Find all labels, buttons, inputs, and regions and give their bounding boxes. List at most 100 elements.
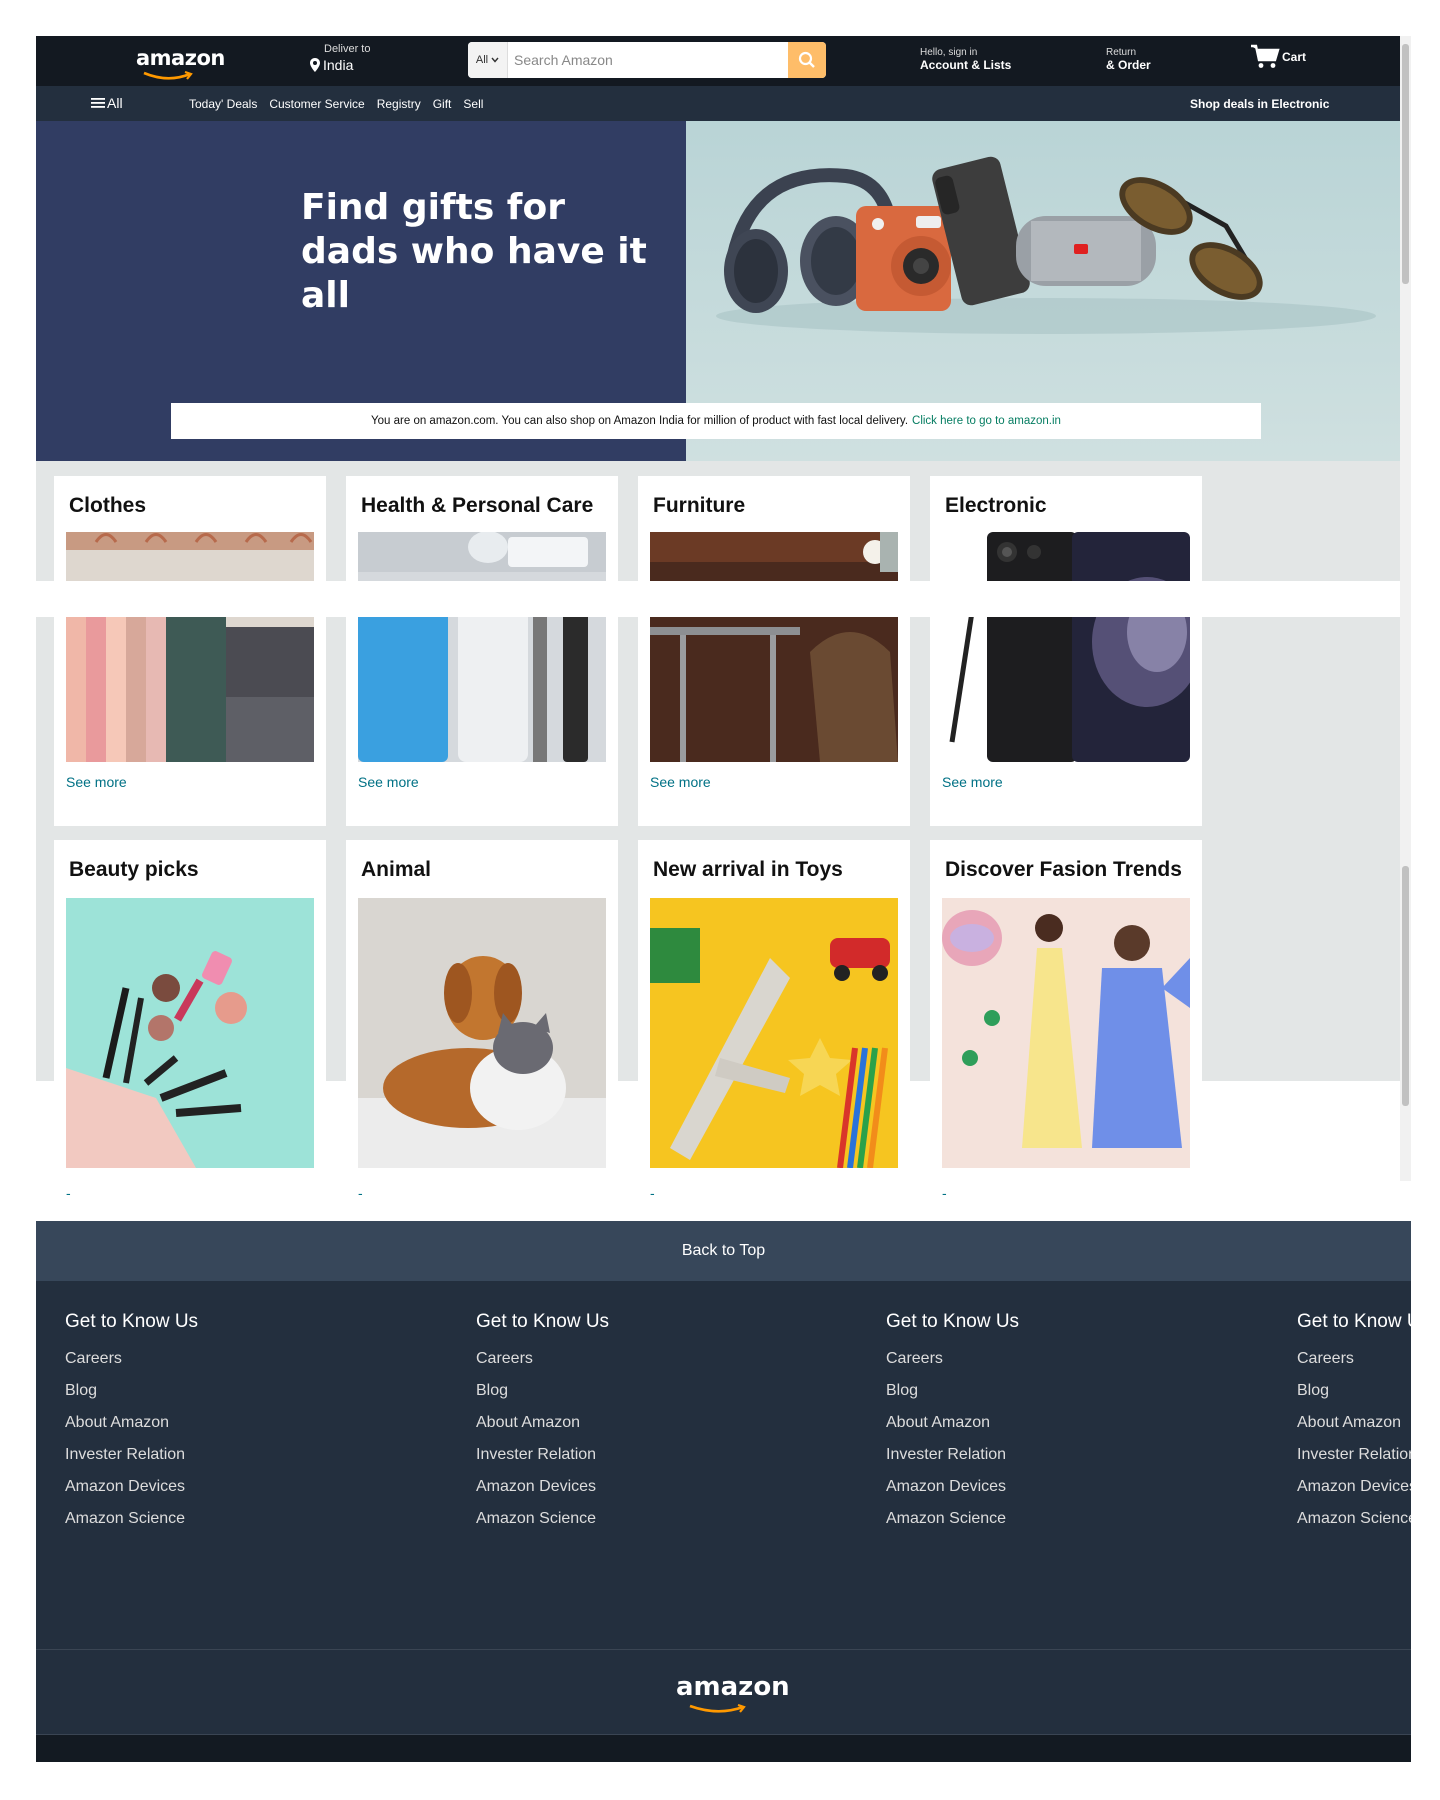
card-title: Electronic: [945, 494, 1047, 517]
see-more-link[interactable]: See more: [942, 774, 1003, 790]
nav-link-todays-deals[interactable]: Today' Deals: [189, 97, 257, 111]
electronic-image: [942, 532, 1190, 762]
scrollbar-thumb[interactable]: [1402, 44, 1409, 284]
card-health-personal-care[interactable]: Health & Personal Care See more: [346, 476, 618, 826]
footer-link-investor[interactable]: Invester Relation: [886, 1439, 1019, 1471]
card-title: Discover Fasion Trends: [945, 858, 1182, 881]
cart-icon: [1251, 44, 1280, 68]
back-to-top-button[interactable]: Back to Top: [36, 1221, 1411, 1281]
footer-link-devices[interactable]: Amazon Devices: [886, 1471, 1019, 1503]
sub-nav-links: Today' Deals Customer Service Registry G…: [189, 97, 483, 111]
see-more-link[interactable]: See more: [650, 774, 711, 790]
footer-link-devices[interactable]: Amazon Devices: [65, 1471, 198, 1503]
orders-label: & Order: [1106, 57, 1151, 72]
animal-image: [358, 898, 606, 1168]
footer-amazon-logo[interactable]: amazon: [676, 1672, 790, 1713]
footer-link-careers[interactable]: Careers: [65, 1343, 198, 1375]
beauty-image: [66, 898, 314, 1168]
card-caption-marker: -: [650, 1185, 655, 1201]
card-title: Clothes: [69, 494, 147, 517]
search-category-dropdown[interactable]: All: [468, 42, 508, 78]
search-button[interactable]: [788, 42, 826, 78]
footer-link-careers[interactable]: Careers: [476, 1343, 609, 1375]
location-pin-icon: [310, 58, 320, 72]
footer-link-blog[interactable]: Blog: [476, 1375, 609, 1407]
footer-link-about[interactable]: About Amazon: [476, 1407, 609, 1439]
footer-link-science[interactable]: Amazon Science: [65, 1503, 198, 1535]
nav-link-customer-service[interactable]: Customer Service: [269, 97, 364, 111]
footer-link-investor[interactable]: Invester Relation: [476, 1439, 609, 1471]
card-clothes[interactable]: Clothes See more: [54, 476, 326, 826]
nav-link-registry[interactable]: Registry: [377, 97, 421, 111]
footer-heading: Get to Know Us: [886, 1311, 1020, 1332]
footer-column: Get to Know Us Careers Blog About Amazon…: [1297, 1311, 1411, 1535]
footer-link-devices[interactable]: Amazon Devices: [1297, 1471, 1411, 1503]
see-more-link[interactable]: See more: [66, 774, 127, 790]
returns-label: Return: [1106, 47, 1137, 58]
footer-link-blog[interactable]: Blog: [65, 1375, 198, 1407]
amazon-logo[interactable]: amazon: [136, 46, 225, 80]
footer-link-devices[interactable]: Amazon Devices: [476, 1471, 609, 1503]
card-electronic[interactable]: Electronic See more: [930, 476, 1202, 826]
notice-text: You are on amazon.com. You can also shop…: [371, 415, 909, 427]
footer-link-blog[interactable]: Blog: [1297, 1375, 1411, 1407]
logo-text: amazon: [136, 46, 225, 70]
returns-and-orders[interactable]: Return & Order: [1106, 47, 1151, 72]
footer-column: Get to Know Us Careers Blog About Amazon…: [65, 1311, 198, 1535]
footer-link-blog[interactable]: Blog: [886, 1375, 1019, 1407]
footer-bottom-strip: [36, 1735, 1411, 1762]
card-animal[interactable]: Animal -: [346, 840, 618, 1220]
card-fashion-trends[interactable]: Discover Fasion Trends -: [930, 840, 1202, 1220]
footer-link-about[interactable]: About Amazon: [886, 1407, 1019, 1439]
toys-image: [650, 898, 898, 1168]
nav-link-sell[interactable]: Sell: [463, 97, 483, 111]
top-nav-bar: amazon Deliver to India All Search Amazo…: [36, 36, 1400, 86]
hamburger-menu-icon: [91, 98, 105, 108]
region-notice: You are on amazon.com. You can also shop…: [171, 403, 1261, 439]
account-and-lists[interactable]: Hello, sign in Account & Lists: [920, 47, 1011, 72]
card-title: Furniture: [653, 494, 746, 517]
deliver-to-label: Deliver to: [324, 43, 371, 55]
sub-nav-bar: All Today' Deals Customer Service Regist…: [36, 86, 1400, 121]
vertical-scrollbar[interactable]: [1400, 36, 1411, 1181]
smile-arrow-icon: [143, 71, 193, 80]
furniture-image: [650, 532, 898, 762]
cart-button[interactable]: Cart: [1250, 44, 1306, 70]
footer-link-science[interactable]: Amazon Science: [1297, 1503, 1411, 1535]
deliver-location: India: [323, 57, 354, 73]
fashion-image: [942, 898, 1190, 1168]
footer-heading: Get to Know Us: [476, 1311, 610, 1332]
footer-heading: Get to Know Us: [1297, 1311, 1411, 1332]
scrollbar-thumb-lower[interactable]: [1402, 866, 1409, 1106]
card-new-arrival-toys[interactable]: New arrival in Toys -: [638, 840, 910, 1220]
card-beauty-picks[interactable]: Beauty picks -: [54, 840, 326, 1220]
hero-title: Find gifts for dads who have it all: [301, 186, 686, 318]
shop-deals-link[interactable]: Shop deals in Electronic: [1190, 97, 1329, 111]
all-menu-button[interactable]: All: [91, 95, 123, 111]
card-title: Beauty picks: [69, 858, 199, 881]
search-category-label: All: [475, 54, 489, 66]
footer-link-investor[interactable]: Invester Relation: [65, 1439, 198, 1471]
clothes-image: [66, 532, 314, 762]
footer-logo-text: amazon: [676, 1672, 790, 1702]
card-furniture[interactable]: Furniture See more: [638, 476, 910, 826]
deliver-to-location[interactable]: Deliver to India: [310, 44, 370, 72]
hero-banner[interactable]: Find gifts for dads who have it all You …: [36, 121, 1400, 461]
nav-link-gift[interactable]: Gift: [433, 97, 452, 111]
amazon-india-link[interactable]: Click here to go to amazon.in: [912, 415, 1061, 427]
see-more-link[interactable]: See more: [358, 774, 419, 790]
search-input[interactable]: [508, 42, 788, 78]
footer-link-careers[interactable]: Careers: [1297, 1343, 1411, 1375]
all-menu-label: All: [107, 95, 123, 111]
search-bar: All: [468, 42, 826, 78]
account-label: Account & Lists: [920, 57, 1012, 72]
footer-link-about[interactable]: About Amazon: [1297, 1407, 1411, 1439]
footer-link-science[interactable]: Amazon Science: [886, 1503, 1019, 1535]
footer-link-about[interactable]: About Amazon: [65, 1407, 198, 1439]
footer-link-careers[interactable]: Careers: [886, 1343, 1019, 1375]
footer-link-science[interactable]: Amazon Science: [476, 1503, 609, 1535]
footer-link-investor[interactable]: Invester Relation: [1297, 1439, 1411, 1471]
instant-camera-image: [856, 206, 951, 311]
cart-label: Cart: [1282, 50, 1307, 64]
footer-links: Get to Know Us Careers Blog About Amazon…: [36, 1281, 1411, 1649]
